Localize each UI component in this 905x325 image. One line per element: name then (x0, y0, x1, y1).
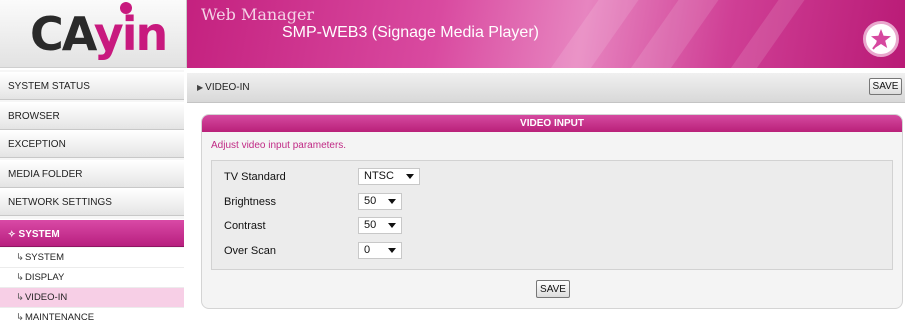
logo-text-pink: yin (93, 7, 169, 61)
logo-text-dark: CA (30, 7, 96, 61)
header-stripe (701, 0, 819, 68)
cayin-logo: CAyin (30, 7, 169, 61)
breadcrumb-label: VIDEO-IN (205, 82, 250, 93)
sidebar-item-label: EXCEPTION (8, 139, 66, 150)
over-scan-label: Over Scan (224, 245, 276, 257)
brightness-select[interactable]: 50 (358, 193, 402, 210)
tree-branch-icon: ↳ (16, 252, 24, 263)
contrast-value: 50 (364, 219, 377, 231)
chevron-down-icon (388, 248, 396, 253)
panel-description: Adjust video input parameters. (211, 140, 347, 151)
breadcrumb-bar: ▶ VIDEO-IN SAVE (187, 73, 905, 103)
sidebar-item-browser[interactable]: BROWSER (0, 102, 184, 130)
over-scan-select[interactable]: 0 (358, 242, 402, 259)
tree-branch-icon: ↳ (16, 292, 24, 303)
sidebar-item-label: SYSTEM STATUS (8, 81, 90, 92)
sidebar-subitem-system[interactable]: ↳SYSTEM (0, 248, 184, 268)
brightness-label: Brightness (224, 196, 276, 208)
sidebar-subitem-video-in[interactable]: ↳VIDEO-IN (0, 288, 184, 308)
star-wand-icon (863, 21, 899, 57)
app-title: Web Manager (201, 5, 315, 24)
chevron-down-icon (388, 223, 396, 228)
contrast-select[interactable]: 50 (358, 217, 402, 234)
sidebar-item-system[interactable]: ✧ SYSTEM (0, 219, 184, 247)
sidebar-item-label: NETWORK SETTINGS (8, 197, 112, 208)
logo-area: CAyin (0, 0, 187, 68)
sidebar-subitem-label: VIDEO-IN (24, 292, 68, 303)
sidebar-item-label: BROWSER (8, 111, 60, 122)
tree-branch-icon: ↳ (16, 272, 24, 283)
save-button-bottom[interactable]: SAVE (536, 280, 570, 298)
sidebar-subitem-label: DISPLAY (24, 272, 65, 283)
tv-standard-label: TV Standard (224, 171, 286, 183)
sidebar-item-network-settings[interactable]: NETWORK SETTINGS (0, 188, 184, 216)
sidebar-subitem-display[interactable]: ↳DISPLAY (0, 268, 184, 288)
chevron-down-icon (388, 199, 396, 204)
sidebar-item-label: MEDIA FOLDER (8, 169, 83, 180)
sidebar-subitem-maintenance[interactable]: ↳MAINTENANCE (0, 308, 184, 325)
settings-form: TV Standard NTSC Brightness 50 Contrast … (211, 160, 893, 270)
panel-title: VIDEO INPUT (202, 115, 902, 132)
tv-standard-value: NTSC (364, 170, 394, 182)
chevron-down-icon (406, 174, 414, 179)
sidebar-item-exception[interactable]: EXCEPTION (0, 130, 184, 158)
video-input-panel: VIDEO INPUT Adjust video input parameter… (201, 114, 903, 309)
sidebar-subitem-label: SYSTEM (24, 252, 65, 263)
breadcrumb: ▶ VIDEO-IN (197, 82, 250, 93)
logo-dot (120, 2, 132, 14)
device-title: SMP-WEB3 (Signage Media Player) (282, 24, 539, 41)
header-stripe (521, 0, 653, 68)
contrast-label: Contrast (224, 220, 266, 232)
sidebar-item-label: SYSTEM (18, 229, 60, 240)
brightness-value: 50 (364, 195, 377, 207)
triangle-right-icon: ▶ (197, 83, 204, 92)
star-icon: ✧ (8, 229, 16, 239)
tv-standard-select[interactable]: NTSC (358, 168, 420, 185)
tree-branch-icon: ↳ (16, 312, 24, 323)
over-scan-value: 0 (364, 244, 371, 256)
sidebar-subitem-label: MAINTENANCE (24, 312, 95, 323)
sidebar-item-system-status[interactable]: SYSTEM STATUS (0, 72, 184, 100)
sidebar: SYSTEM STATUS BROWSER EXCEPTION MEDIA FO… (0, 70, 184, 325)
sidebar-item-media-folder[interactable]: MEDIA FOLDER (0, 160, 184, 188)
save-button-top[interactable]: SAVE (869, 78, 902, 95)
header-banner: Web Manager SMP-WEB3 (Signage Media Play… (187, 0, 905, 68)
